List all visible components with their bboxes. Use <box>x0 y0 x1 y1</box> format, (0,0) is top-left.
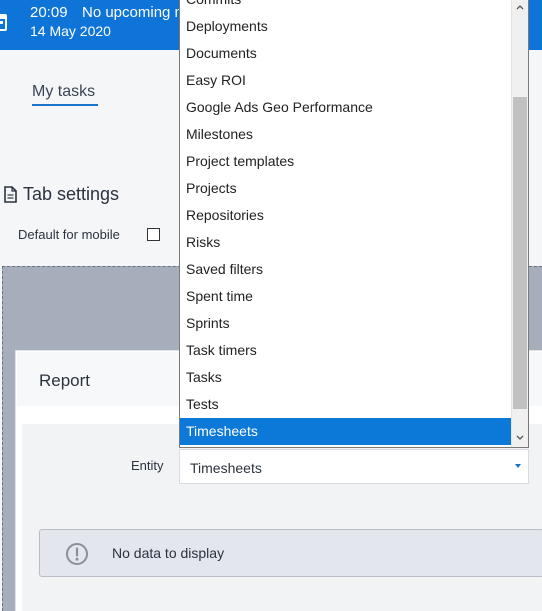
tab-settings-heading: Tab settings <box>4 184 119 205</box>
upcoming-events[interactable]: No upcoming m <box>82 4 187 21</box>
dropdown-option[interactable]: Documents <box>180 40 512 67</box>
no-data-notice: No data to display <box>39 529 542 577</box>
no-data-message: No data to display <box>112 545 225 561</box>
dropdown-option[interactable]: Milestones <box>180 121 512 148</box>
dropdown-option[interactable]: Project templates <box>180 148 512 175</box>
dropdown-scrollbar[interactable] <box>511 0 528 447</box>
active-tab-indicator <box>32 104 98 106</box>
entity-dropdown-list[interactable]: CommitsDeploymentsDocumentsEasy ROIGoogl… <box>179 0 529 448</box>
dropdown-option[interactable]: Repositories <box>180 202 512 229</box>
dropdown-option[interactable]: Task timers <box>180 337 512 364</box>
default-for-mobile-checkbox[interactable] <box>147 228 160 241</box>
dropdown-option[interactable]: Deployments <box>180 13 512 40</box>
tab-settings-title: Tab settings <box>23 184 120 204</box>
dropdown-option[interactable]: Tests <box>180 391 512 418</box>
dropdown-option[interactable]: Google Ads Geo Performance <box>180 94 512 121</box>
current-time: 20:09 <box>30 4 68 21</box>
dropdown-option[interactable]: Spent time <box>180 283 512 310</box>
report-title: Report <box>39 371 91 390</box>
entity-label: Entity <box>131 458 164 473</box>
dropdown-option[interactable]: Projects <box>180 175 512 202</box>
dropdown-option[interactable]: Saved filters <box>180 256 512 283</box>
scroll-down-arrow-icon[interactable] <box>514 432 526 444</box>
scroll-up-arrow-icon[interactable] <box>514 1 526 13</box>
document-icon <box>4 186 17 203</box>
calendar-icon <box>0 14 7 31</box>
dropdown-option[interactable]: Timesheets <box>180 418 512 445</box>
chevron-down-icon[interactable] <box>515 464 521 468</box>
dropdown-option[interactable]: Commits <box>180 0 512 13</box>
entity-select[interactable]: Timesheets <box>179 449 529 484</box>
dropdown-option[interactable]: Risks <box>180 229 512 256</box>
dropdown-option[interactable]: Tasks <box>180 364 512 391</box>
tab-my-tasks[interactable]: My tasks <box>32 83 95 101</box>
scrollbar-thumb[interactable] <box>513 97 527 409</box>
entity-selected-value: Timesheets <box>190 460 262 476</box>
current-date: 14 May 2020 <box>30 23 111 39</box>
default-for-mobile-label: Default for mobile <box>18 227 120 242</box>
dropdown-option[interactable]: Sprints <box>180 310 512 337</box>
dropdown-option[interactable]: Easy ROI <box>180 67 512 94</box>
exclamation-circle-icon <box>66 543 88 565</box>
